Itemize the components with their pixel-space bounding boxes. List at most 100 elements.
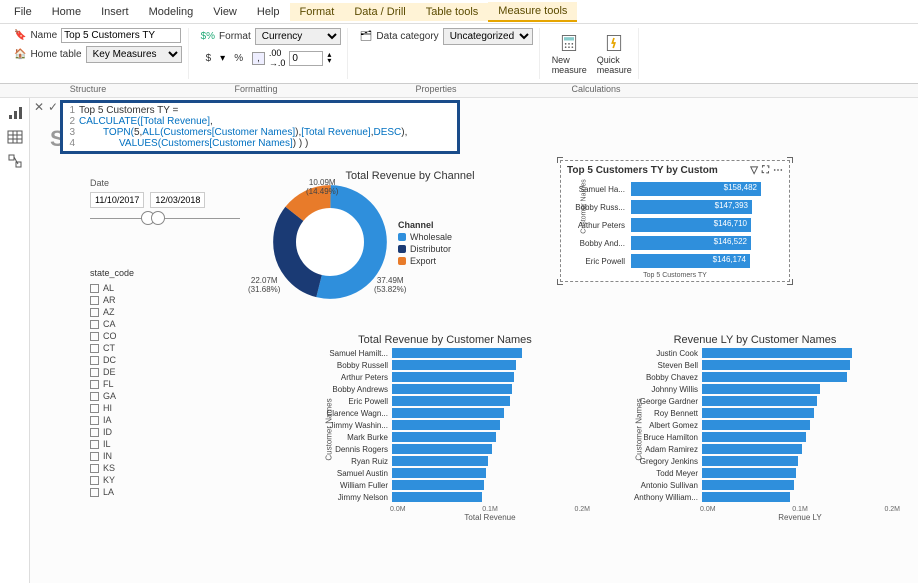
state-slicer[interactable]: state_code ALARAZCACOCTDCDEFLGAHIIAIDILI… (90, 268, 210, 498)
state-option[interactable]: CT (90, 342, 210, 354)
close-formula-icon[interactable]: ✕ (34, 100, 44, 114)
format-label: Format (219, 31, 251, 42)
bar-row: Gregory Jenkins (624, 456, 900, 466)
bar-row: Ryan Ruiz (314, 456, 590, 466)
focus-icon[interactable]: ⛶ (762, 165, 769, 176)
menu-view[interactable]: View (203, 3, 247, 21)
name-label: Name (30, 30, 57, 41)
ribbon-group-structure: 🔖 Name 🏠 Home table Key Measures (8, 28, 189, 79)
rev-ty-title: Total Revenue by Customer Names (300, 334, 590, 346)
percent-button[interactable]: % (229, 52, 248, 65)
top5-ylabel: Customer Names (581, 179, 588, 233)
menu-home[interactable]: Home (42, 3, 91, 21)
donut-svg (270, 182, 390, 302)
bar-row: Anthony William... (624, 492, 900, 502)
state-slicer-title: state_code (90, 268, 210, 278)
date-slider[interactable] (90, 218, 240, 232)
work-area: ✕ ✓ 1Top 5 Customers TY = 2CALCULATE( [T… (0, 98, 918, 583)
report-canvas: ✕ ✓ 1Top 5 Customers TY = 2CALCULATE( [T… (30, 98, 918, 583)
date-from[interactable]: 11/10/2017 (90, 192, 144, 208)
menu-file[interactable]: File (4, 3, 42, 21)
bar-row: Arthur Peters (314, 372, 590, 382)
menu-bar: FileHomeInsertModelingViewHelpFormatData… (0, 0, 918, 24)
top5-row: Bobby Russ...$147,393 (567, 200, 783, 214)
date-to[interactable]: 12/03/2018 (150, 192, 205, 208)
state-option[interactable]: ID (90, 426, 210, 438)
ribbon-section-labels: Structure Formatting Properties Calculat… (0, 84, 918, 98)
format-select[interactable]: Currency (255, 28, 341, 45)
category-icon: 🗂 (360, 31, 373, 42)
ribbon-group-properties: 🗂 Data category Uncategorized (354, 28, 540, 79)
bar-row: Todd Meyer (624, 468, 900, 478)
data-view-icon[interactable] (6, 128, 24, 146)
new-measure-button[interactable]: New measure (552, 33, 587, 75)
menu-measure-tools[interactable]: Measure tools (488, 2, 577, 22)
state-option[interactable]: FL (90, 378, 210, 390)
rev-ly-ylabel: Customer Names (635, 398, 644, 460)
menu-format[interactable]: Format (290, 3, 345, 21)
bar-row: Johnny Willis (624, 384, 900, 394)
home-icon: 🏠 (14, 49, 26, 60)
rev-ly-xlabel: Revenue LY (700, 513, 900, 522)
home-table-label: Home table (30, 49, 81, 60)
state-option[interactable]: IN (90, 450, 210, 462)
state-option[interactable]: CO (90, 330, 210, 342)
view-switcher (0, 98, 30, 583)
top5-visual[interactable]: Top 5 Customers TY by Custom ▽ ⛶ ⋯ Custo… (560, 160, 790, 282)
menu-table-tools[interactable]: Table tools (416, 3, 489, 21)
menu-data-drill[interactable]: Data / Drill (344, 3, 415, 21)
filter-icon[interactable]: ▽ (750, 165, 758, 176)
more-icon[interactable]: ⋯ (773, 165, 783, 176)
top5-footer: Top 5 Customers TY (567, 272, 783, 279)
state-option[interactable]: AR (90, 294, 210, 306)
measure-name-input[interactable] (61, 28, 181, 43)
state-option[interactable]: DE (90, 366, 210, 378)
bar-row: Jimmy Washin... (314, 420, 590, 430)
bar-row: Clarence Wagn... (314, 408, 590, 418)
bar-row: Bobby Russell (314, 360, 590, 370)
section-calculations: Calculations (536, 84, 656, 97)
state-option[interactable]: HI (90, 402, 210, 414)
spinner-icon[interactable]: ▴▾ (327, 52, 331, 64)
state-option[interactable]: KY (90, 474, 210, 486)
state-option[interactable]: CA (90, 318, 210, 330)
legend-item: Distributor (398, 244, 452, 254)
formula-line-1: Top 5 Customers TY = (79, 105, 178, 116)
bar-row: Jimmy Nelson (314, 492, 590, 502)
ribbon-group-formatting: $% Format Currency $▾ % , .00→.0 ▴▾ (195, 28, 348, 79)
state-option[interactable]: AL (90, 282, 210, 294)
bar-row: Dennis Rogers (314, 444, 590, 454)
thousands-button[interactable]: , (252, 52, 265, 65)
state-option[interactable]: AZ (90, 306, 210, 318)
ribbon-group-calculations: New measure Quick measure (546, 28, 639, 79)
bar-row: William Fuller (314, 480, 590, 490)
donut-chart[interactable]: Total Revenue by Channel 10.09M(14.49%) … (270, 170, 550, 305)
home-table-select[interactable]: Key Measures (86, 46, 182, 63)
currency-button[interactable]: $ (201, 52, 217, 65)
report-view-icon[interactable] (6, 104, 24, 122)
top5-title: Top 5 Customers TY by Custom (567, 165, 718, 176)
menu-insert[interactable]: Insert (91, 3, 139, 21)
model-view-icon[interactable] (6, 152, 24, 170)
decimals-input[interactable] (289, 51, 323, 66)
state-option[interactable]: GA (90, 390, 210, 402)
formula-bar[interactable]: 1Top 5 Customers TY = 2CALCULATE( [Total… (60, 100, 460, 154)
top5-row: Samuel Ha...$158,482 (567, 182, 783, 196)
check-formula-icon[interactable]: ✓ (48, 100, 58, 114)
data-category-select[interactable]: Uncategorized (443, 28, 533, 45)
quick-measure-button[interactable]: Quick measure (597, 33, 632, 75)
bar-row: Mark Burke (314, 432, 590, 442)
state-option[interactable]: LA (90, 486, 210, 498)
revenue-ly-chart[interactable]: Revenue LY by Customer Names Customer Na… (610, 334, 900, 522)
date-slicer-title: Date (90, 178, 240, 188)
state-option[interactable]: KS (90, 462, 210, 474)
state-option[interactable]: IA (90, 414, 210, 426)
state-option[interactable]: DC (90, 354, 210, 366)
menu-help[interactable]: Help (247, 3, 290, 21)
state-option[interactable]: IL (90, 438, 210, 450)
rev-ty-xlabel: Total Revenue (390, 513, 590, 522)
menu-modeling[interactable]: Modeling (139, 3, 204, 21)
revenue-ty-chart[interactable]: Total Revenue by Customer Names Customer… (300, 334, 590, 522)
bar-row: Adam Ramirez (624, 444, 900, 454)
date-slicer[interactable]: Date 11/10/2017 12/03/2018 (90, 178, 240, 232)
